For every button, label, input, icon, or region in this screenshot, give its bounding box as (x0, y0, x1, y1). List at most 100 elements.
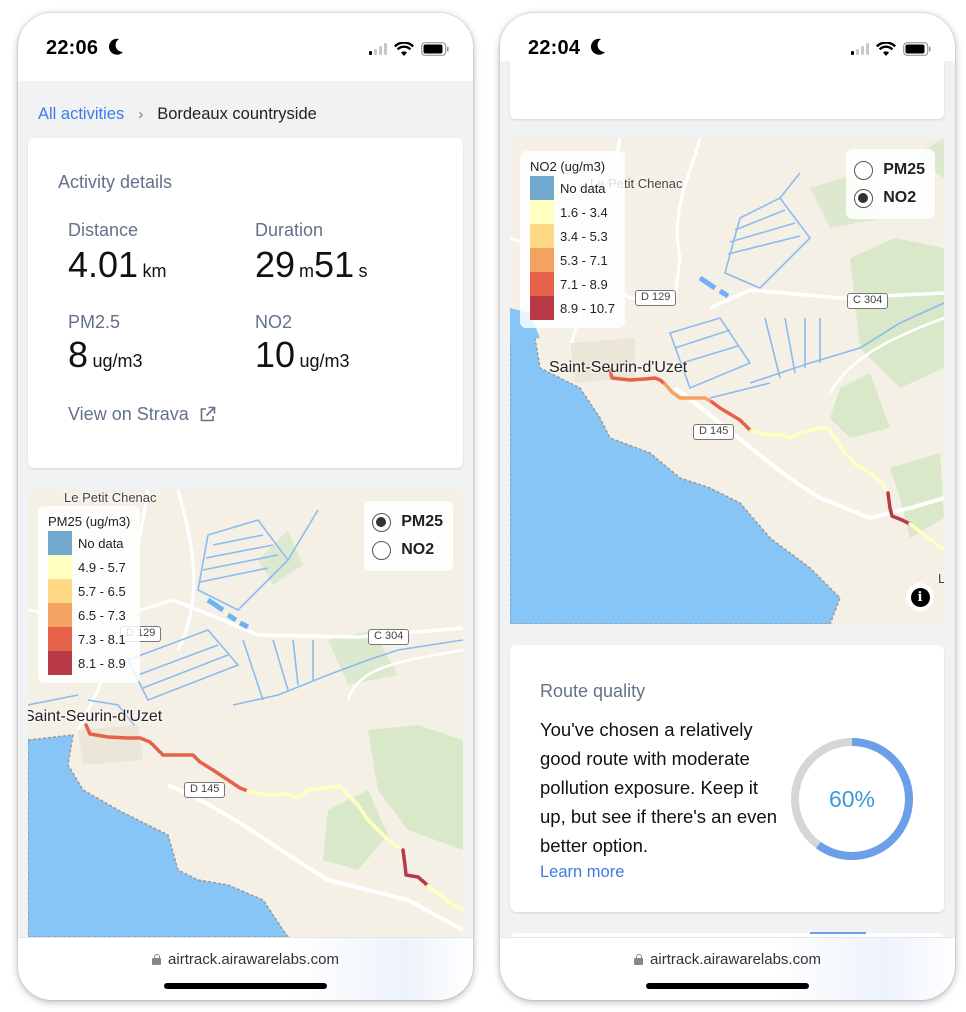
home-indicator[interactable] (164, 983, 327, 989)
route-quality-description: You've chosen a relatively good route wi… (540, 719, 777, 856)
wifi-icon (876, 41, 896, 56)
browser-url-bar[interactable]: airtrack.airawarelabs.com (500, 937, 955, 1000)
layer-selector: PM25 NO2 (364, 501, 453, 571)
url-text[interactable]: airtrack.airawarelabs.com (168, 951, 339, 968)
legend-label: 7.1 - 8.9 (560, 276, 608, 292)
road-shield-d129: D 129 (635, 290, 677, 306)
pm25-number: 8 (68, 334, 89, 375)
legend-label: 4.9 - 5.7 (78, 559, 126, 575)
layer-option-label: PM25 (401, 513, 443, 530)
route-segment (401, 848, 430, 888)
layer-option-pm25[interactable]: PM25 (854, 156, 925, 184)
next-card-accent (810, 932, 866, 934)
radio-no2[interactable] (372, 540, 392, 560)
breadcrumb-all-activities-link[interactable]: All activities (38, 105, 124, 124)
place-label-edge: L (938, 571, 944, 586)
route-segment (246, 784, 405, 852)
activity-details-card-partial (510, 61, 944, 119)
url-text[interactable]: airtrack.airawarelabs.com (650, 951, 821, 968)
legend-item: 7.3 - 8.1 (48, 627, 130, 651)
distance-unit: km (142, 261, 167, 281)
route-segment (886, 491, 912, 526)
breadcrumb-current: Bordeaux countryside (157, 105, 317, 123)
legend-swatch (530, 200, 554, 224)
legend-label: 3.4 - 5.3 (560, 228, 608, 244)
wifi-icon (394, 41, 414, 56)
legend-label: 5.3 - 7.1 (560, 252, 608, 268)
duration-label: Duration (255, 220, 324, 240)
phone-screen-right: 22:04 Le Petit Chenac Saint-Seurin-d'Uze… (500, 13, 955, 1000)
layer-option-label: NO2 (401, 541, 435, 558)
legend-swatch (48, 555, 72, 579)
chevron-right-icon: › (138, 106, 144, 123)
pm25-unit: ug/m3 (92, 351, 143, 371)
no2-value: 10 ug/m3 (255, 334, 350, 376)
place-label-le-petit-chenac: Le Petit Chenac (64, 490, 157, 505)
url-display[interactable]: airtrack.airawarelabs.com (500, 951, 955, 968)
duration-value: 29 m51 s (255, 244, 368, 286)
legend-item: 7.1 - 8.9 (530, 272, 615, 296)
radio-pm25[interactable] (372, 512, 392, 532)
legend-title: PM25 (ug/m3) (48, 514, 131, 529)
legend-swatch (530, 224, 554, 248)
status-bar: 22:04 (500, 13, 955, 61)
legend-swatch (48, 531, 72, 555)
moon-icon (590, 38, 605, 55)
strava-link-text[interactable]: View on Strava (68, 404, 189, 425)
no2-number: 10 (255, 334, 296, 375)
status-bar: 22:06 (18, 13, 473, 81)
status-icons (851, 41, 931, 57)
no2-label: NO2 (255, 312, 293, 332)
layer-option-pm25[interactable]: PM25 (372, 508, 443, 536)
legend-swatch (530, 296, 554, 320)
legend-swatch (48, 579, 72, 603)
legend-label: 7.3 - 8.1 (78, 631, 126, 647)
legend-item: 5.3 - 7.1 (530, 248, 615, 272)
route-quality-card: Route quality You've chosen a relatively… (510, 645, 944, 912)
legend-item: 6.5 - 7.3 (48, 603, 130, 627)
duration-seconds-unit: s (358, 261, 368, 281)
legend-item: No data (48, 531, 130, 555)
legend-label: No data (78, 535, 124, 551)
route-segment (749, 426, 890, 495)
distance-number: 4.01 (68, 244, 139, 285)
legend-item: 8.1 - 8.9 (48, 651, 130, 675)
pm25-value: 8 ug/m3 (68, 334, 143, 376)
cellular-signal-icon (851, 43, 869, 55)
road-shield-c304: C 304 (368, 629, 410, 645)
legend-item: No data (530, 176, 615, 200)
route-segment (663, 382, 714, 404)
legend-item: 5.7 - 6.5 (48, 579, 130, 603)
pollution-map[interactable]: Le Petit Chenac Saint-Seurin-d'Uzet D 12… (28, 490, 463, 937)
route-segment (908, 522, 944, 552)
layer-option-label: NO2 (883, 189, 917, 206)
battery-icon (903, 42, 931, 56)
map-info-button[interactable]: i (906, 583, 934, 611)
road-shield-d145: D 145 (693, 424, 735, 440)
layer-option-no2[interactable]: NO2 (372, 536, 443, 564)
browser-url-bar[interactable]: airtrack.airawarelabs.com (18, 937, 473, 1000)
activity-details-title: Activity details (58, 172, 173, 192)
legend-swatch (48, 651, 72, 675)
legend-label: 5.7 - 6.5 (78, 583, 126, 599)
radio-pm25[interactable] (854, 160, 874, 180)
legend-label: 8.1 - 8.9 (78, 655, 126, 671)
layer-option-no2[interactable]: NO2 (854, 184, 925, 212)
legend-swatch (530, 248, 554, 272)
moon-icon (108, 38, 123, 55)
learn-more-link[interactable]: Learn more (540, 863, 624, 882)
cellular-signal-icon (369, 43, 387, 55)
legend-label: 8.9 - 10.7 (560, 300, 615, 316)
map-legend: NO2 (ug/m3) No data 1.6 - 3.4 3.4 - 5.3 5.3… (520, 151, 625, 328)
home-indicator[interactable] (646, 983, 809, 989)
legend-label: 6.5 - 7.3 (78, 607, 126, 623)
pollution-map[interactable]: Le Petit Chenac Saint-Seurin-d'Uzet L D … (510, 138, 944, 624)
url-display[interactable]: airtrack.airawarelabs.com (18, 951, 473, 968)
status-time: 22:04 (528, 37, 581, 59)
view-on-strava-link[interactable]: View on Strava (68, 404, 216, 425)
duration-minutes: 29 (255, 244, 296, 285)
legend-label: No data (560, 180, 606, 196)
no2-unit: ug/m3 (299, 351, 350, 371)
external-link-icon (200, 406, 216, 422)
radio-no2[interactable] (854, 188, 874, 208)
